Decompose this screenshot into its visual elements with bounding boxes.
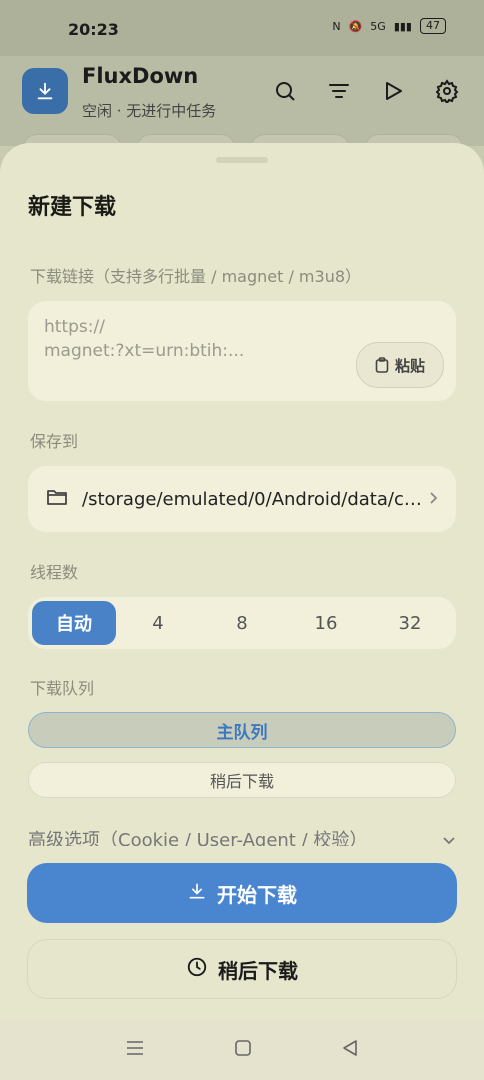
queue-label: 下载队列 bbox=[30, 679, 95, 698]
back-icon[interactable] bbox=[341, 1039, 359, 1061]
download-later-button[interactable]: 稍后下载 bbox=[27, 939, 457, 999]
start-download-label: 开始下载 bbox=[217, 882, 297, 907]
thread-option-auto[interactable]: 自动 bbox=[32, 601, 116, 645]
thread-option-32[interactable]: 32 bbox=[368, 601, 452, 645]
main-queue-option[interactable]: 主队列 bbox=[28, 712, 456, 748]
paste-button[interactable]: 粘贴 bbox=[356, 342, 444, 388]
settings-gear-icon[interactable] bbox=[434, 78, 460, 104]
status-time: 20:23 bbox=[68, 20, 119, 39]
start-download-button[interactable]: 开始下载 bbox=[27, 863, 457, 923]
signal-icon: ▮▮▮ bbox=[393, 19, 412, 33]
url-input[interactable]: https:// magnet:?xt=urn:btih:... 粘贴 bbox=[28, 301, 456, 401]
url-label: 下载链接（支持多行批量 / magnet / m3u8） bbox=[30, 267, 362, 286]
system-nav-bar bbox=[0, 1020, 484, 1080]
save-path: /storage/emulated/0/Android/data/com.flu… bbox=[82, 488, 428, 510]
thread-count-selector: 自动 4 8 16 32 bbox=[28, 597, 456, 649]
save-to-label: 保存到 bbox=[30, 432, 79, 451]
filter-icon[interactable] bbox=[326, 78, 352, 104]
search-icon[interactable] bbox=[272, 78, 298, 104]
paste-label: 粘贴 bbox=[394, 356, 425, 375]
mute-bell-icon: 🔕 bbox=[348, 19, 363, 33]
play-icon[interactable] bbox=[380, 78, 406, 104]
status-icons: N 🔕 5G ▮▮▮ 47 bbox=[332, 18, 446, 34]
app-title: FluxDown bbox=[82, 64, 199, 88]
save-path-selector[interactable]: /storage/emulated/0/Android/data/com.flu… bbox=[28, 466, 456, 532]
download-later-label: 稍后下载 bbox=[218, 958, 298, 983]
sheet-title: 新建下载 bbox=[28, 195, 117, 220]
chevron-right-icon bbox=[428, 490, 438, 509]
menu-icon[interactable] bbox=[125, 1039, 145, 1061]
nfc-icon: N bbox=[332, 19, 341, 33]
download-icon bbox=[187, 881, 207, 906]
thread-option-8[interactable]: 8 bbox=[200, 601, 284, 645]
sheet-drag-handle[interactable] bbox=[216, 157, 268, 163]
app-status: 空闲 · 无进行中任务 bbox=[82, 102, 217, 120]
network-label: 5G bbox=[370, 19, 386, 33]
home-icon[interactable] bbox=[234, 1039, 252, 1061]
url-placeholder: https:// magnet:?xt=urn:btih:... bbox=[44, 317, 245, 361]
app-bar: FluxDown 空闲 · 无进行中任务 bbox=[0, 56, 484, 146]
thread-option-16[interactable]: 16 bbox=[284, 601, 368, 645]
later-queue-option[interactable]: 稍后下载 bbox=[28, 762, 456, 798]
app-logo-download-icon bbox=[22, 68, 68, 114]
clock-icon bbox=[186, 956, 208, 983]
folder-icon bbox=[46, 487, 68, 511]
battery-icon: 47 bbox=[420, 18, 446, 34]
thread-option-4[interactable]: 4 bbox=[116, 601, 200, 645]
status-bar: 20:23 N 🔕 5G ▮▮▮ 47 bbox=[0, 0, 484, 56]
threads-label: 线程数 bbox=[30, 563, 79, 582]
